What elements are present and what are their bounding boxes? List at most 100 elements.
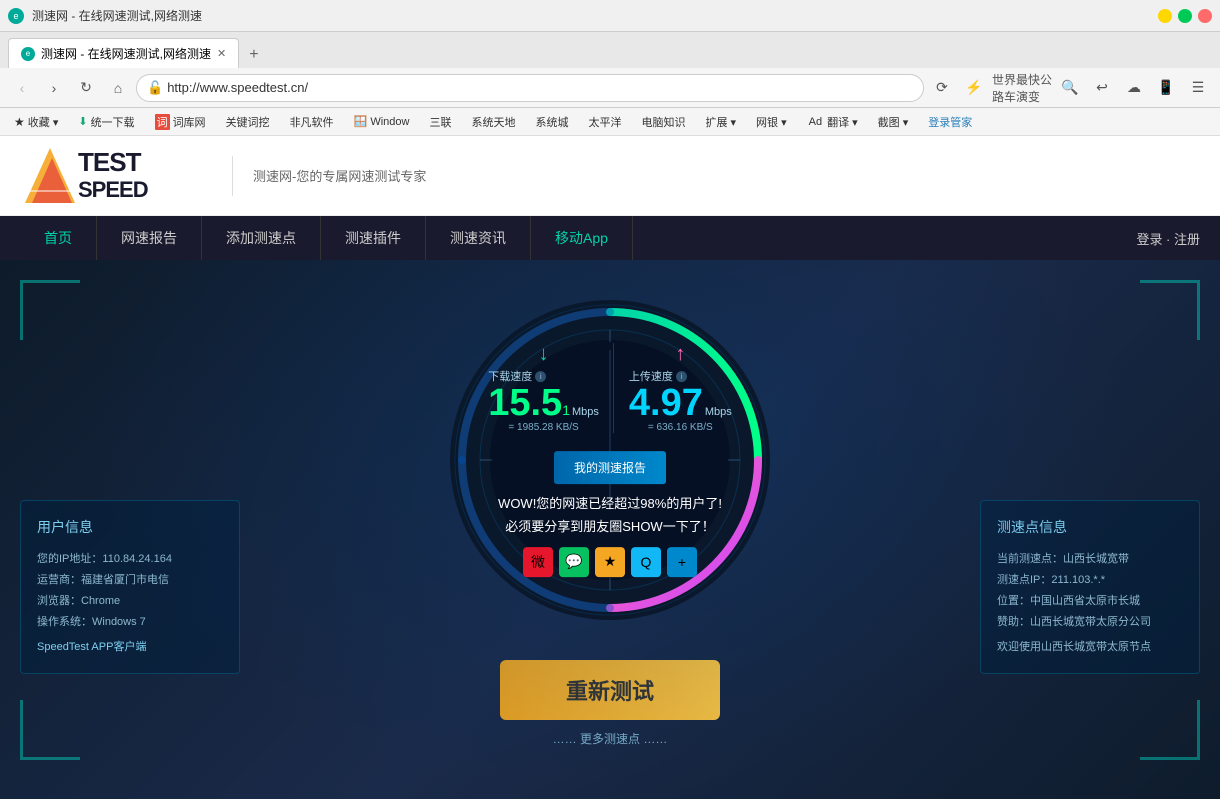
plus-share-btn[interactable]: + — [667, 547, 697, 577]
download-unit: Mbps — [572, 406, 599, 418]
bookmark-3[interactable]: 三联 — [423, 112, 457, 132]
menu-icon[interactable]: ☰ — [1184, 74, 1212, 102]
tab-close-btn[interactable]: ✕ — [217, 47, 226, 60]
qq-share-btn[interactable]: Q — [631, 547, 661, 577]
bookmark-syscity[interactable]: 系统城 — [529, 112, 574, 132]
upload-value: 4.97 — [629, 384, 703, 422]
user-info-title: 用户信息 — [37, 517, 223, 537]
bookmark-login[interactable]: 登录管家 — [922, 112, 978, 132]
maximize-btn[interactable] — [1178, 9, 1192, 23]
bookmark-bank[interactable]: 网银 ▾ — [750, 112, 793, 132]
address-bar[interactable]: 🔓 http://www.speedtest.cn/ — [136, 74, 924, 102]
nav-mobile[interactable]: 移动App — [531, 216, 633, 260]
bookmark-screenshot[interactable]: 截图 ▾ — [872, 112, 915, 132]
svg-text:SPEED: SPEED — [78, 177, 148, 202]
nav-add[interactable]: 添加测速点 — [202, 216, 321, 260]
bookmark-dict[interactable]: 词词库网 — [149, 112, 212, 132]
close-btn[interactable] — [1198, 9, 1212, 23]
server-info-box: 测速点信息 当前测速点：山西长城宽带 测速点IP：211.103.*.* 位置：… — [980, 500, 1200, 674]
bookmark-sys[interactable]: 系统天地 — [465, 112, 521, 132]
site-tagline: 测速网-您的专属网速测试专家 — [253, 166, 426, 185]
server-welcome: 欢迎使用山西长城宽带太原节点 — [997, 637, 1183, 658]
nav-home[interactable]: 首页 — [20, 216, 97, 260]
download-info-icon: i — [535, 371, 546, 382]
mobile-icon[interactable]: 📱 — [1152, 74, 1180, 102]
website-content: TEST SPEED 测速网-您的专属网速测试专家 首页 网速报告 添加测速点 … — [0, 136, 1220, 799]
bookmark-extend[interactable]: 扩展 ▾ — [699, 112, 742, 132]
bookmark-software[interactable]: 非凡软件 — [284, 112, 340, 132]
logo-area: TEST SPEED 测速网-您的专属网速测试专家 — [20, 143, 426, 208]
tab-bar: e 测速网 - 在线网速测试,网络测速 ✕ + — [0, 32, 1220, 68]
bookmark-keyword[interactable]: 关键词挖 — [220, 112, 276, 132]
more-nodes[interactable]: …… 更多测速点 …… — [553, 730, 668, 747]
corner-bl — [20, 700, 80, 760]
toolbar-right: ⟳ ⚡ 世界最快公路车演变 🔍 ↩ ☁ 📱 ☰ — [928, 74, 1212, 102]
bookmark-translate[interactable]: Ad 翻译 ▾ — [801, 112, 864, 132]
title-bar: e 测速网 - 在线网速测试,网络测速 — [0, 0, 1220, 32]
back-button[interactable]: ‹ — [8, 74, 36, 102]
toolbar: ‹ › ↻ ⌂ 🔓 http://www.speedtest.cn/ ⟳ ⚡ 世… — [0, 68, 1220, 108]
flash-icon[interactable]: ⚡ — [960, 74, 988, 102]
upload-info-icon: i — [676, 371, 687, 382]
wechat-share-btn[interactable]: 💬 — [559, 547, 589, 577]
user-ip: 您的IP地址：110.84.24.164 — [37, 549, 223, 570]
browser-frame: e 测速网 - 在线网速测试,网络测速 e 测速网 - 在线网速测试,网络测速 … — [0, 0, 1220, 799]
corner-tr — [1140, 280, 1200, 340]
user-isp: 运营商：福建省厦门市电信 — [37, 570, 223, 591]
corner-tl — [20, 280, 80, 340]
refresh-button[interactable]: ↻ — [72, 74, 100, 102]
main-content: 用户信息 您的IP地址：110.84.24.164 运营商：福建省厦门市电信 浏… — [0, 260, 1220, 799]
bookmarks-bar: ★收藏 ▾ ⬇统一下载 词词库网 关键词挖 非凡软件 🪟 Window 三联 系… — [0, 108, 1220, 136]
download-col: ↓ 下载速度 i 15.5 1 Mbps = 198 — [488, 343, 599, 433]
bookmark-pc[interactable]: 电脑知识 — [635, 112, 691, 132]
tab-icon: e — [21, 47, 35, 61]
social-icons: 微 💬 ★ Q + — [523, 547, 697, 577]
server-info-title: 测速点信息 — [997, 517, 1183, 537]
bookmark-windows[interactable]: 🪟 Window — [348, 113, 416, 130]
forward-button[interactable]: › — [40, 74, 68, 102]
server-location: 位置：中国山西省太原市长城 — [997, 591, 1183, 612]
undo-icon[interactable]: ↩ — [1088, 74, 1116, 102]
refresh-circle-icon[interactable]: ⟳ — [928, 74, 956, 102]
bookmark-pacific[interactable]: 太平洋 — [582, 112, 627, 132]
wow-text: WOW!您的网速已经超过98%的用户了! 必须要分享到朋友圈SHOW一下了！ — [498, 492, 722, 539]
bookmark-favorites[interactable]: ★收藏 ▾ — [8, 112, 64, 132]
download-value: 15.5 — [488, 384, 562, 422]
tab-title: 测速网 - 在线网速测试,网络测速 — [41, 45, 211, 62]
server-ip: 测速点IP：211.103.*.* — [997, 570, 1183, 591]
star-share-btn[interactable]: ★ — [595, 547, 625, 577]
logo-svg: TEST SPEED — [20, 143, 220, 208]
nav-news[interactable]: 测速资讯 — [426, 216, 531, 260]
search-box[interactable]: 世界最快公路车演变 — [992, 74, 1052, 102]
user-app: SpeedTest APP客户端 — [37, 637, 223, 658]
speed-divider — [613, 343, 614, 433]
site-nav: 首页 网速报告 添加测速点 测速插件 测速资讯 移动App 登录 · 注册 — [0, 216, 1220, 260]
server-sponsor: 赞助：山西长城宽带太原分公司 — [997, 612, 1183, 633]
nav-report[interactable]: 网速报告 — [97, 216, 202, 260]
search-icon[interactable]: 🔍 — [1056, 74, 1084, 102]
bookmark-download[interactable]: ⬇统一下载 — [72, 112, 140, 132]
active-tab[interactable]: e 测速网 - 在线网速测试,网络测速 ✕ — [8, 38, 239, 68]
user-os: 操作系统：Windows 7 — [37, 612, 223, 633]
nav-items: 首页 网速报告 添加测速点 测速插件 测速资讯 移动App — [20, 216, 633, 260]
nav-login[interactable]: 登录 · 注册 — [1136, 229, 1200, 248]
weibo-share-btn[interactable]: 微 — [523, 547, 553, 577]
cloud-icon[interactable]: ☁ — [1120, 74, 1148, 102]
corner-br — [1140, 700, 1200, 760]
window-controls — [1158, 9, 1212, 23]
report-button[interactable]: 我的测速报告 — [554, 451, 666, 484]
browser-favicon: e — [8, 8, 24, 24]
download-decimal: 1 — [562, 402, 570, 418]
new-tab-button[interactable]: + — [239, 42, 268, 68]
header-divider — [232, 156, 233, 196]
speed-row: ↓ 下载速度 i 15.5 1 Mbps = 198 — [485, 343, 735, 433]
download-value-row: 15.5 1 Mbps — [488, 384, 599, 422]
home-button[interactable]: ⌂ — [104, 74, 132, 102]
nav-plugin[interactable]: 测速插件 — [321, 216, 426, 260]
url-display: http://www.speedtest.cn/ — [167, 80, 308, 95]
lock-icon: 🔓 — [147, 80, 163, 96]
minimize-btn[interactable] — [1158, 9, 1172, 23]
user-info-box: 用户信息 您的IP地址：110.84.24.164 运营商：福建省厦门市电信 浏… — [20, 500, 240, 674]
retest-button[interactable]: 重新测试 — [500, 660, 720, 720]
site-logo: TEST SPEED — [20, 143, 220, 208]
